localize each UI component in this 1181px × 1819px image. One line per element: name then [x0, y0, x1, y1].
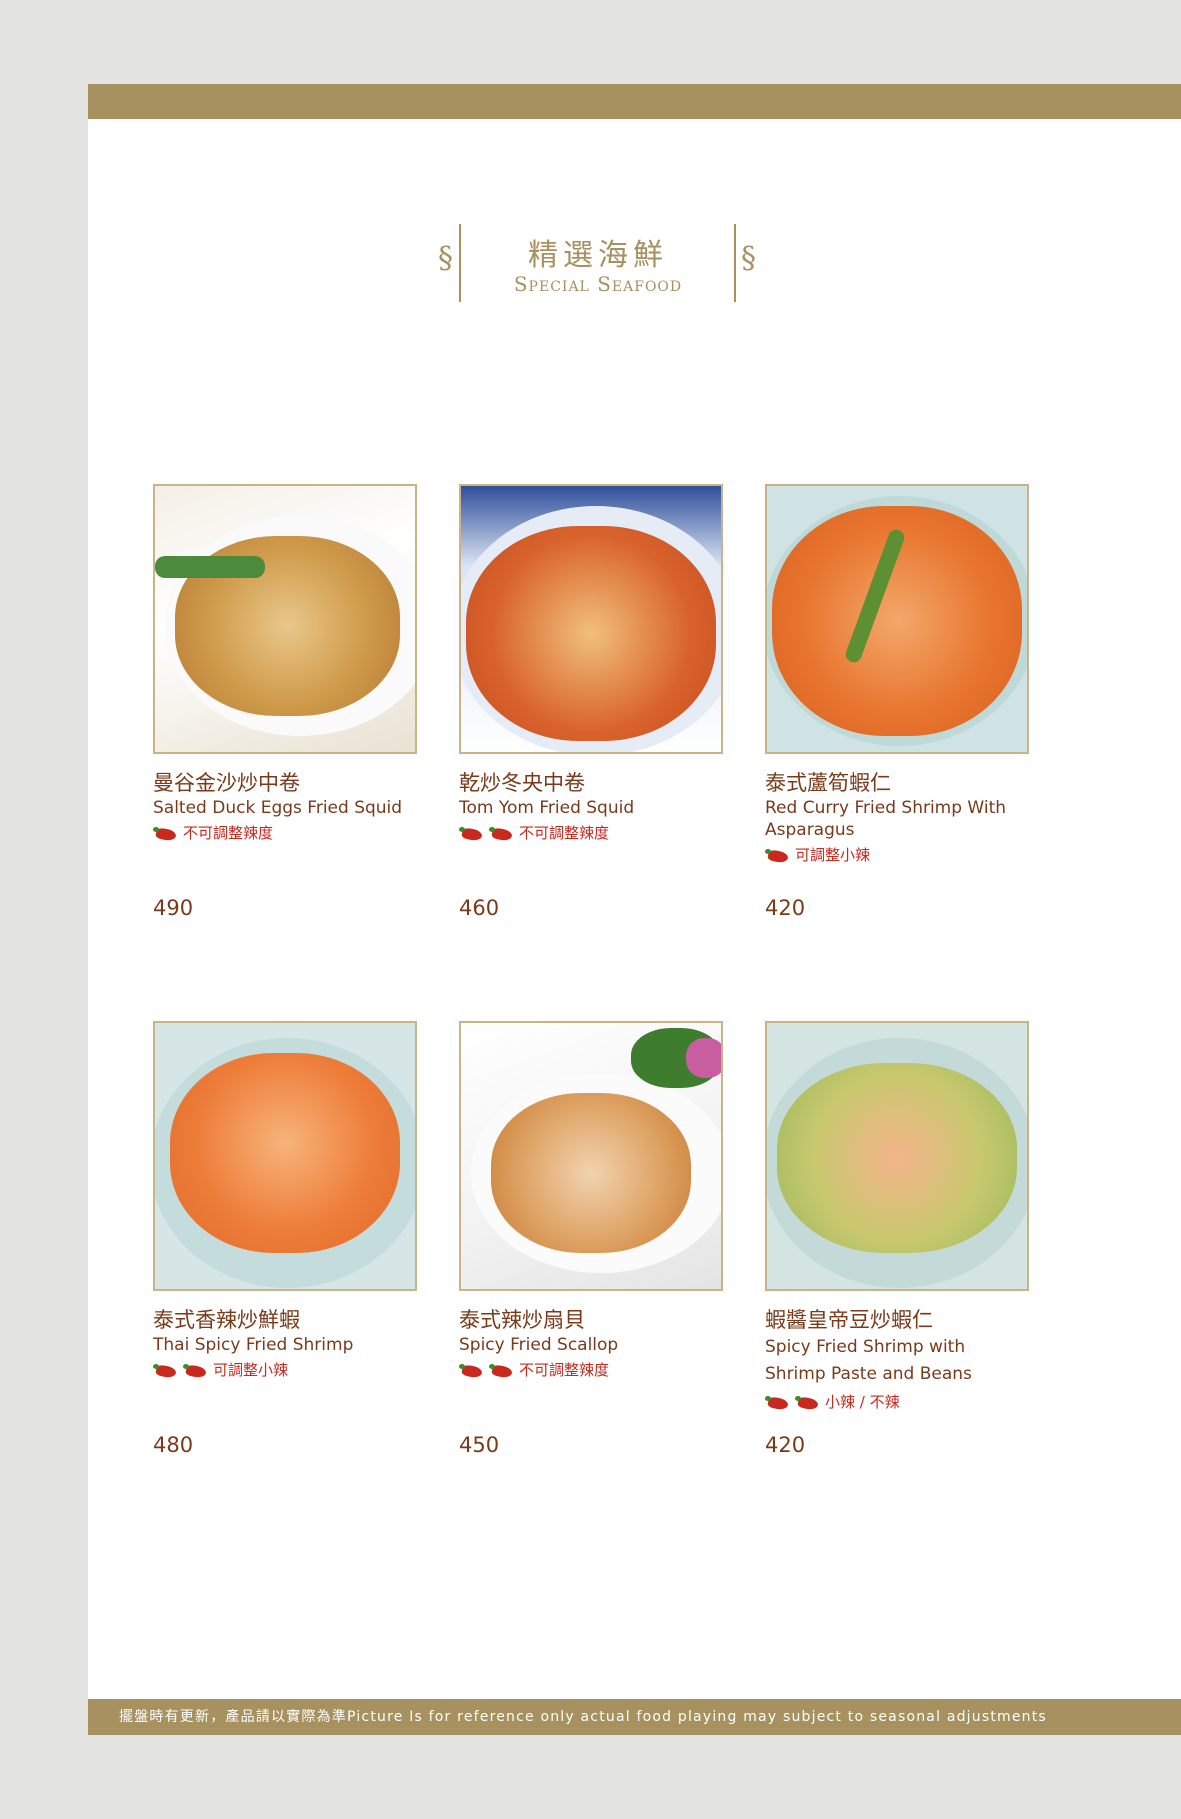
- dish-name-zh: 曼谷金沙炒中卷: [153, 771, 300, 795]
- dish-price: 460: [459, 896, 500, 920]
- spice-level: 不可調整辣度: [153, 823, 417, 843]
- dish-name-zh: 泰式辣炒扇貝: [459, 1308, 585, 1332]
- dish-name-zh: 乾炒冬央中卷: [459, 771, 585, 795]
- dish-photo: [765, 1021, 1029, 1291]
- chili-icon: [489, 1364, 513, 1377]
- spice-note: 不可調整辣度: [183, 824, 274, 842]
- spice-level: 可調整小辣: [153, 1360, 417, 1380]
- chili-icon: [765, 849, 789, 862]
- flourish-left-icon: §: [438, 241, 453, 276]
- dish-name-en: Salted Duck Eggs Fried Squid: [153, 798, 403, 818]
- dish-photo: [459, 484, 723, 754]
- dish-price: 480: [153, 1433, 194, 1457]
- section-title: § 精選海鮮 Special Seafood §: [438, 224, 778, 304]
- spice-note: 可調整小辣: [795, 846, 871, 864]
- dish-name-zh: 泰式蘆筍蝦仁: [765, 771, 891, 795]
- dish-card[interactable]: 泰式香辣炒鮮蝦 Thai Spicy Fried Shrimp 可調整小辣 48…: [153, 1021, 417, 1457]
- chili-icon: [795, 1396, 819, 1409]
- dish-name-zh: 泰式香辣炒鮮蝦: [153, 1308, 300, 1332]
- dish-name-en: Tom Yom Fried Squid: [459, 798, 635, 818]
- flourish-right-icon: §: [741, 241, 756, 276]
- dish-name-en: Red Curry Fried Shrimp With Asparagus: [765, 798, 1007, 840]
- title-english: Special Seafood: [513, 272, 683, 296]
- dish-price: 450: [459, 1433, 500, 1457]
- dish-name-zh: 蝦醬皇帝豆炒蝦仁: [765, 1308, 933, 1332]
- spice-level: 不可調整辣度: [459, 1360, 723, 1380]
- dish-price: 420: [765, 896, 806, 920]
- chili-icon: [459, 1364, 483, 1377]
- spice-level: 不可調整辣度: [459, 823, 723, 843]
- dish-card[interactable]: 蝦醬皇帝豆炒蝦仁 Spicy Fried Shrimp with Shrimp …: [765, 1021, 1029, 1457]
- top-decorative-band: [88, 84, 1181, 119]
- dish-photo: [765, 484, 1029, 754]
- spice-level: 可調整小辣: [765, 845, 1029, 865]
- dish-price: 490: [153, 896, 194, 920]
- dish-name-en: Spicy Fried Scallop: [459, 1335, 619, 1355]
- dish-name-en: Thai Spicy Fried Shrimp: [153, 1335, 354, 1355]
- dish-card[interactable]: 泰式辣炒扇貝 Spicy Fried Scallop 不可調整辣度 450: [459, 1021, 723, 1457]
- title-divider-left: [459, 224, 461, 302]
- dish-photo: [153, 1021, 417, 1291]
- chili-icon: [459, 827, 483, 840]
- menu-page: § 精選海鮮 Special Seafood § 曼谷金沙炒中卷 Salted …: [88, 84, 1181, 1735]
- footer-disclaimer: 擺盤時有更新，產品請以實際為準Picture Is for reference …: [88, 1699, 1181, 1735]
- spice-note: 小辣 / 不辣: [825, 1393, 900, 1411]
- dish-name-en: Spicy Fried Shrimp with Shrimp Paste and…: [765, 1337, 972, 1384]
- spice-note: 不可調整辣度: [519, 824, 610, 842]
- chili-icon: [183, 1364, 207, 1377]
- dish-card[interactable]: 曼谷金沙炒中卷 Salted Duck Eggs Fried Squid 不可調…: [153, 484, 417, 920]
- dish-card[interactable]: 泰式蘆筍蝦仁 Red Curry Fried Shrimp With Aspar…: [765, 484, 1029, 920]
- spice-note: 可調整小辣: [213, 1361, 289, 1379]
- dish-photo: [459, 1021, 723, 1291]
- title-chinese: 精選海鮮: [528, 238, 668, 273]
- chili-icon: [153, 1364, 177, 1377]
- dish-price: 420: [765, 1433, 806, 1457]
- chili-icon: [153, 827, 177, 840]
- chili-icon: [489, 827, 513, 840]
- dish-card[interactable]: 乾炒冬央中卷 Tom Yom Fried Squid 不可調整辣度 460: [459, 484, 723, 920]
- title-divider-right: [734, 224, 736, 302]
- dish-photo: [153, 484, 417, 754]
- spice-note: 不可調整辣度: [519, 1361, 610, 1379]
- chili-icon: [765, 1396, 789, 1409]
- spice-level: 小辣 / 不辣: [765, 1392, 1029, 1412]
